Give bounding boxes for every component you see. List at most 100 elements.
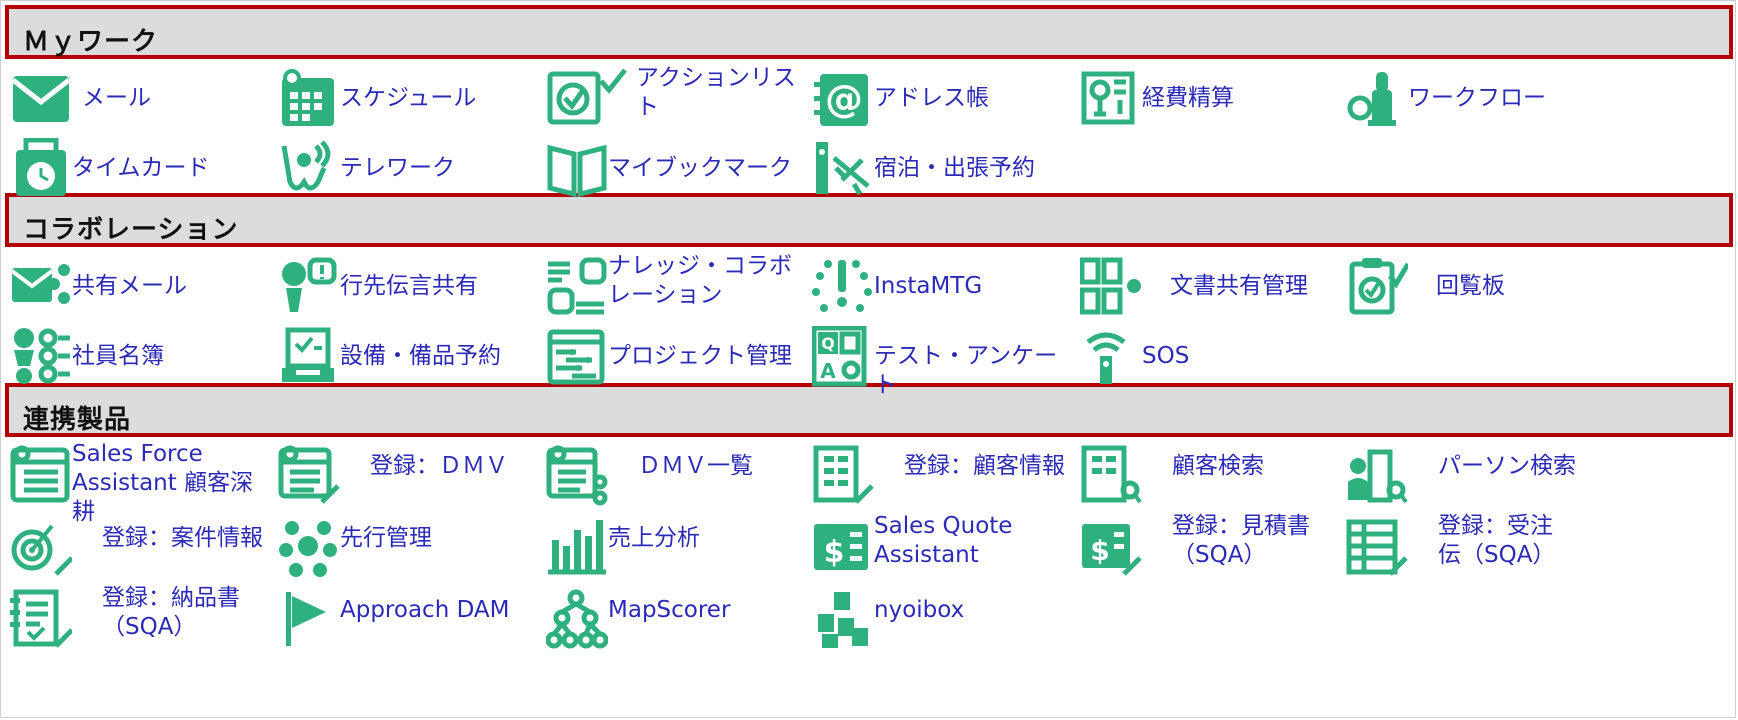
menu-item-label: メール — [82, 85, 151, 111]
menu-item-quiz[interactable]: QA テスト・アンケート — [812, 322, 1080, 398]
bar-chart-icon — [548, 520, 606, 575]
menu-item-expense[interactable]: 経費精算 — [1080, 64, 1340, 138]
menu-item-my-bookmark[interactable]: マイブックマーク — [546, 134, 808, 208]
hierarchy-icon — [546, 589, 608, 649]
menu-item-person-search[interactable]: パーソン検索 — [1346, 440, 1606, 514]
menu-item-register-customer[interactable]: 登録：顧客情報 — [812, 440, 1072, 514]
list-icon — [10, 445, 70, 503]
menu-item-document-share[interactable]: 文書共有管理 — [1080, 252, 1340, 326]
menu-item-timecard[interactable]: タイムカード — [10, 134, 270, 208]
menu-item-address-book[interactable]: @ アドレス帳 — [812, 64, 1072, 138]
menu-item-mail[interactable]: メール — [10, 64, 270, 138]
flag-icon — [286, 592, 326, 646]
menu-item-label: 行先伝言共有 — [340, 273, 478, 299]
book-icon — [547, 144, 607, 198]
menu-item-message[interactable]: 行先伝言共有 — [278, 252, 538, 326]
menu-item-schedule[interactable]: スケジュール — [278, 64, 538, 138]
menu-item-label: 文書共有管理 — [1170, 273, 1308, 299]
menu-item-label: MapScorer — [608, 597, 731, 623]
building-search-icon — [1081, 445, 1142, 504]
menu-item-label: 登録：ＤＭＶ — [370, 453, 508, 479]
menu-item-knowledge[interactable]: ナレッジ・コラボレーション — [546, 252, 808, 326]
shared-mail-icon — [10, 264, 70, 304]
svg-text:A: A — [820, 359, 836, 383]
menu-item-register-deal[interactable]: 登録：案件情報 — [10, 512, 272, 586]
menu-item-insta-mtg[interactable]: InstaMTG — [812, 252, 1072, 326]
menu-item-label: 売上分析 — [608, 525, 700, 551]
menu-item-label: InstaMTG — [874, 273, 983, 299]
telework-icon — [281, 140, 331, 191]
facility-icon — [282, 327, 334, 382]
menu-item-register-quote[interactable]: $ 登録：見積書（SQA） — [1080, 512, 1342, 586]
menu-item-circular[interactable]: 回覧板 — [1346, 252, 1606, 326]
menu-item-label: タイムカード — [72, 155, 210, 181]
section-header-my-work: Ｍｙワーク — [5, 5, 1733, 59]
menu-item-workflow[interactable]: ワークフロー — [1346, 64, 1606, 138]
menu-item-label: マイブックマーク — [608, 155, 792, 181]
menu-item-dmv-list[interactable]: ＤＭＶ一覧 — [546, 440, 808, 514]
menu-item-label: 社員名簿 — [72, 343, 164, 369]
menu-item-label: 共有メール — [72, 273, 187, 299]
menu-item-register-dmv[interactable]: 登録：ＤＭＶ — [278, 440, 538, 514]
menu-item-label: アドレス帳 — [874, 85, 989, 111]
menu-item-shared-mail[interactable]: 共有メール — [10, 252, 270, 326]
menu-item-label: ナレッジ・コラボレーション — [608, 253, 792, 308]
menu-item-project[interactable]: プロジェクト管理 — [546, 322, 808, 396]
check-mark-icon — [599, 68, 627, 94]
travel-icon — [816, 142, 870, 196]
menu-item-label: ワークフロー — [1408, 85, 1546, 111]
menu-item-label: 登録：見積書（SQA） — [1172, 513, 1310, 568]
menu-item-telework[interactable]: テレワーク — [278, 134, 538, 208]
person-search-icon — [1348, 449, 1408, 504]
menu-item-approach-dam[interactable]: Approach DAM — [278, 584, 538, 658]
project-icon — [547, 329, 605, 385]
menu-item-register-order[interactable]: 登録：受注伝（SQA） — [1346, 512, 1606, 586]
menu-item-label: テスト・アンケート — [874, 343, 1058, 398]
list-edit-icon — [278, 445, 340, 504]
menu-item-label: 宿泊・出張予約 — [874, 155, 1035, 181]
menu-item-travel[interactable]: 宿泊・出張予約 — [812, 134, 1072, 208]
document-share-icon — [1080, 257, 1141, 315]
timecard-icon — [16, 138, 66, 196]
menu-item-label: 登録：案件情報 — [102, 525, 263, 551]
expense-icon — [1081, 71, 1135, 125]
menu-item-label: 顧客検索 — [1172, 453, 1264, 479]
network-icon — [279, 521, 337, 577]
circular-icon — [1349, 258, 1408, 315]
section-title: 連携製品 — [23, 405, 132, 435]
menu-item-nyoibox[interactable]: nyoibox — [812, 584, 1072, 658]
svg-text:@: @ — [825, 77, 863, 121]
menu-item-label: スケジュール — [340, 85, 477, 111]
menu-item-directory[interactable]: 社員名簿 — [10, 322, 270, 396]
stamp-icon — [1347, 72, 1396, 126]
quote-icon: $ — [814, 524, 868, 570]
menu-item-customer-search[interactable]: 顧客検索 — [1080, 440, 1340, 514]
menu-item-label: テレワーク — [340, 155, 455, 181]
menu-item-label: SOS — [1142, 343, 1190, 369]
target-edit-icon — [11, 524, 72, 576]
section-title: コラボレーション — [23, 215, 239, 245]
menu-item-facility[interactable]: 設備・備品予約 — [278, 322, 538, 396]
delivery-edit-icon — [10, 589, 72, 648]
order-edit-icon — [1346, 519, 1408, 576]
svg-text:$: $ — [824, 535, 845, 570]
section-title: Ｍｙワーク — [23, 27, 159, 57]
menu-item-label: Sales Quote Assistant — [874, 513, 1013, 568]
list-share-icon — [546, 445, 608, 506]
menu-item-sales-quote[interactable]: $ Sales Quote Assistant — [812, 512, 1074, 586]
building-edit-icon — [813, 445, 874, 504]
menu-item-label: パーソン検索 — [1438, 453, 1576, 479]
quote-edit-icon: $ — [1082, 524, 1142, 576]
menu-item-label: 先行管理 — [340, 525, 432, 551]
menu-item-sos[interactable]: SOS — [1080, 322, 1340, 396]
boxes-icon — [818, 592, 868, 648]
knowledge-icon — [547, 257, 607, 315]
menu-item-label: ＤＭＶ一覧 — [638, 453, 753, 479]
menu-item-label: 回覧板 — [1436, 273, 1505, 299]
menu-item-sfa-customer[interactable]: Sales Force Assistant 顧客深耕 — [10, 440, 272, 525]
menu-item-pipeline[interactable]: 先行管理 — [278, 512, 538, 586]
menu-item-register-delivery[interactable]: 登録：納品書（SQA） — [10, 584, 272, 658]
menu-item-mapscorer[interactable]: MapScorer — [546, 584, 808, 658]
menu-item-sales-analysis[interactable]: 売上分析 — [546, 512, 808, 586]
menu-item-action-list[interactable]: アクションリスト — [546, 64, 808, 138]
